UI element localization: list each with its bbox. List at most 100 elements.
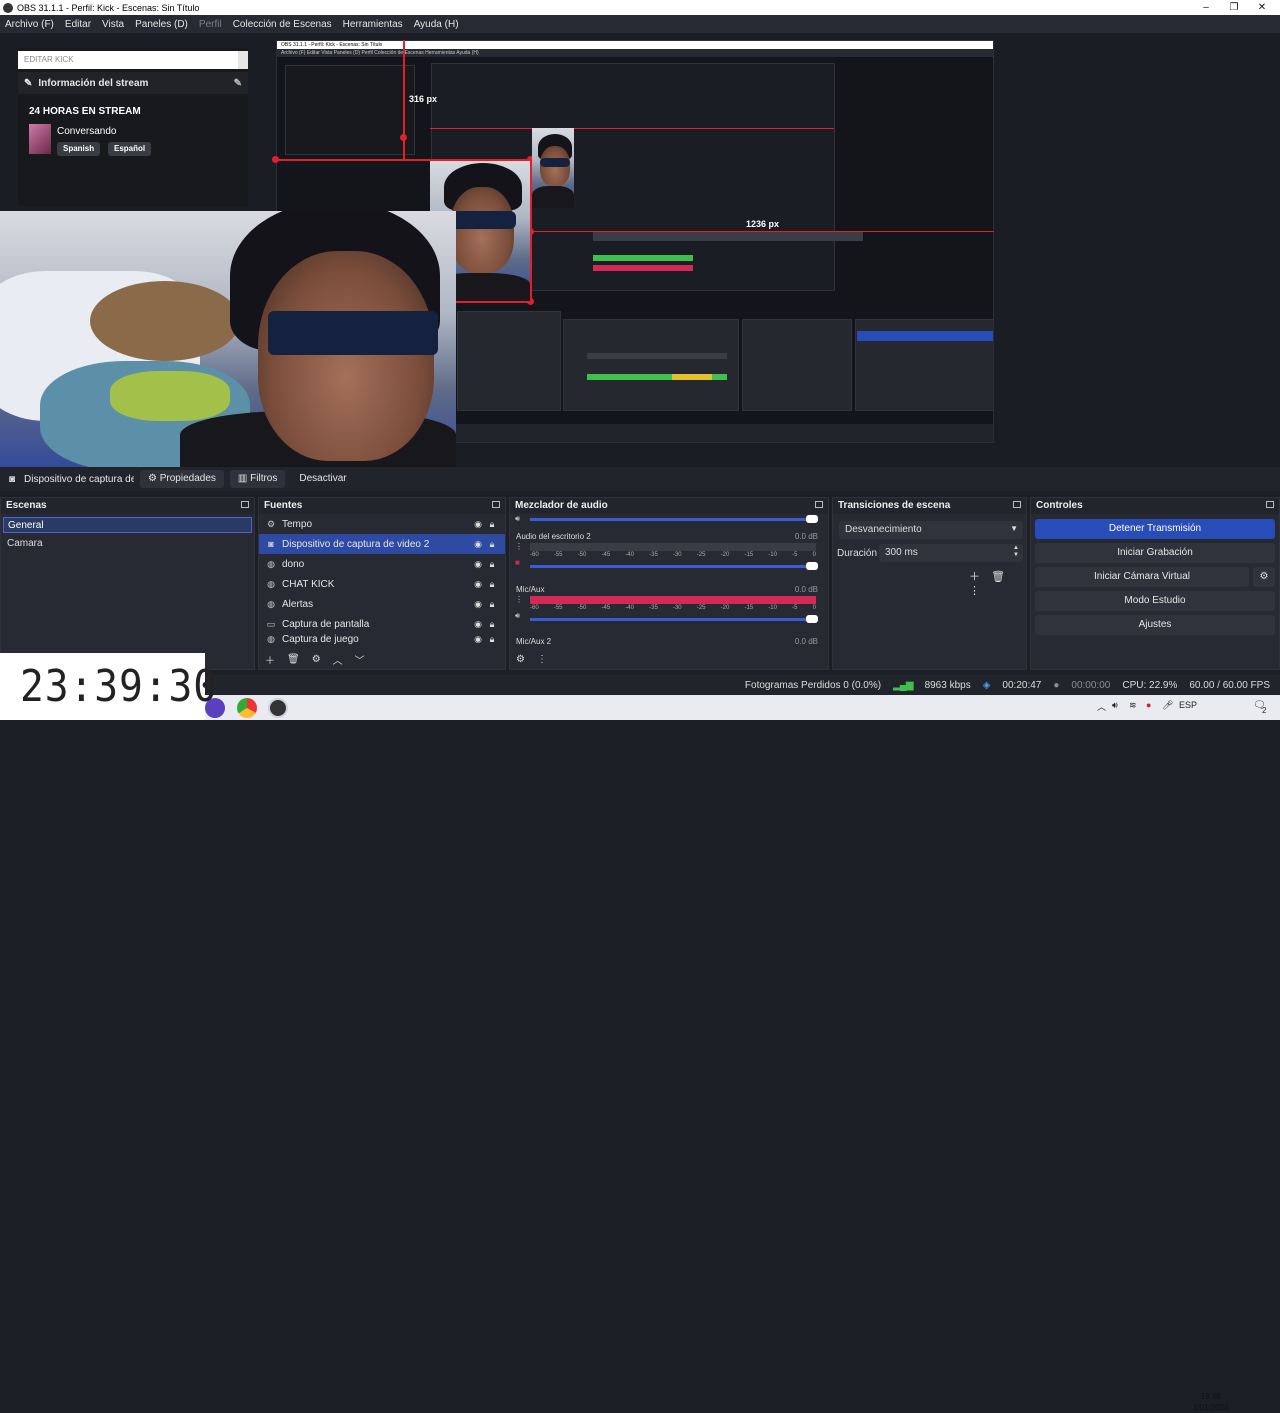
lock-icon[interactable]: 🔒︎: [485, 619, 499, 630]
menu-vista[interactable]: Vista: [97, 19, 130, 30]
lock-icon[interactable]: 🔒︎: [485, 599, 499, 610]
source-row[interactable]: ◍ Alertas ◉ 🔒︎: [259, 594, 505, 614]
undock-icon[interactable]: [1013, 501, 1021, 508]
muted-speaker-icon[interactable]: ■: [515, 558, 520, 567]
system-clock[interactable]: 19:48 1/01/2026: [1193, 1391, 1229, 1413]
menu-editar[interactable]: Editar: [60, 19, 97, 30]
audio-meter: [530, 596, 816, 604]
tick: -40: [625, 552, 634, 558]
undock-icon[interactable]: [815, 501, 823, 508]
volume-slider[interactable]: [530, 615, 818, 623]
language-indicator[interactable]: ESP: [1179, 700, 1197, 710]
source-row[interactable]: ◍ CHAT KICK ◉ 🔒︎: [259, 574, 505, 594]
menu-herramientas[interactable]: Herramientas: [338, 19, 409, 30]
kebab-menu-icon[interactable]: ⋮: [537, 654, 547, 665]
program-preview[interactable]: OBS 31.1.1 - Perfil: Kick - Escenas: Sin…: [0, 33, 1280, 513]
volume-knob[interactable]: [806, 562, 818, 570]
advanced-audio-icon[interactable]: ⚙: [516, 654, 525, 665]
kick-scrollbar[interactable]: [238, 51, 248, 69]
chrome-icon[interactable]: [237, 698, 257, 718]
transition-select[interactable]: Desvanecimiento ▼: [839, 521, 1023, 539]
source-row[interactable]: ⚙ Tempo ◉ 🔒︎: [259, 514, 505, 534]
visibility-eye-icon[interactable]: ◉: [471, 599, 485, 610]
lock-icon[interactable]: 🔒︎: [485, 559, 499, 570]
mixer-dock-title: Mezclador de audio: [510, 498, 828, 514]
measure-line-horizontal: [430, 128, 834, 129]
speaker-icon[interactable]: 🔊︎: [515, 514, 520, 524]
tick: -10: [768, 552, 777, 558]
remove-transition-icon[interactable]: 🗑︎: [991, 571, 1005, 583]
speaker-icon[interactable]: 🔊︎: [515, 611, 520, 621]
visibility-eye-icon[interactable]: ◉: [471, 579, 485, 590]
tick: -45: [601, 605, 611, 611]
properties-label: Propiedades: [159, 473, 216, 484]
source-row[interactable]: ◙ Dispositivo de captura de video 2 ◉ 🔒︎: [259, 534, 505, 554]
settings-button[interactable]: Ajustes: [1035, 615, 1275, 635]
lock-icon[interactable]: 🔒︎: [485, 634, 499, 645]
visibility-eye-icon[interactable]: ◉: [471, 519, 485, 530]
virtual-camera-settings-icon[interactable]: ⚙: [1253, 567, 1275, 587]
obs-tray-icon[interactable]: ●: [1146, 700, 1151, 710]
start-virtual-camera-button[interactable]: Iniciar Cámara Virtual: [1035, 567, 1249, 587]
undock-icon[interactable]: [492, 501, 500, 508]
visibility-eye-icon[interactable]: ◉: [471, 539, 485, 550]
volume-slider[interactable]: [530, 515, 818, 523]
undock-icon[interactable]: [1266, 501, 1274, 508]
source-settings-icon[interactable]: ⚙: [312, 654, 321, 665]
menu-paneles[interactable]: Paneles (D): [130, 19, 194, 30]
stop-streaming-button[interactable]: Detener Transmisión: [1035, 519, 1275, 539]
menu-ayuda[interactable]: Ayuda (H): [409, 19, 465, 30]
source-row[interactable]: ▭ Captura de pantalla ◉ 🔒︎: [259, 614, 505, 634]
scene-camara[interactable]: Camara: [3, 536, 252, 552]
edit-kick-field[interactable]: EDITAR KICK: [18, 51, 248, 69]
lock-icon[interactable]: 🔒︎: [485, 579, 499, 590]
add-source-icon[interactable]: ＋: [265, 652, 275, 667]
visibility-eye-icon[interactable]: ◉: [471, 634, 485, 645]
chevron-up-icon[interactable]: ︿: [1097, 700, 1106, 713]
source-row[interactable]: ◍ Captura de juego ◉ 🔒︎: [259, 634, 505, 646]
volume-knob[interactable]: [806, 515, 818, 523]
source-row[interactable]: ◍ dono ◉ 🔒︎: [259, 554, 505, 574]
mixer-channel: Audio del escritorio 2 0.0 dB ⋮ -60 -55 -5…: [510, 530, 828, 578]
visibility-eye-icon[interactable]: ◉: [471, 559, 485, 570]
properties-button[interactable]: ⚙ Propiedades: [140, 470, 224, 488]
move-down-icon[interactable]: ﹀: [355, 652, 365, 667]
menu-coleccion-escenas[interactable]: Colección de Escenas: [228, 19, 338, 30]
move-up-icon[interactable]: ︿: [333, 652, 343, 667]
minimize-button[interactable]: –: [1192, 0, 1220, 15]
speaker-tray-icon[interactable]: 🔊︎: [1112, 700, 1118, 711]
visibility-eye-icon[interactable]: ◉: [471, 619, 485, 630]
add-transition-icon[interactable]: ＋: [969, 571, 980, 583]
undock-icon[interactable]: [241, 501, 249, 508]
start-recording-button[interactable]: Iniciar Grabación: [1035, 543, 1275, 563]
scene-general[interactable]: General: [3, 517, 252, 533]
tick: -5: [792, 552, 798, 558]
kebab-menu-icon[interactable]: ⋮: [515, 542, 523, 551]
webcam-video-source[interactable]: [0, 211, 456, 467]
menu-perfil[interactable]: Perfil: [194, 19, 228, 30]
spin-arrows-icon[interactable]: ▲ ▼: [1013, 545, 1019, 559]
menu-archivo[interactable]: Archivo (F): [0, 19, 60, 30]
volume-knob[interactable]: [806, 615, 818, 623]
wifi-icon[interactable]: ≋: [1129, 700, 1137, 711]
channel-db: 0.0 dB: [794, 532, 818, 541]
kebab-menu-icon[interactable]: ⋮: [515, 595, 523, 604]
remove-source-icon[interactable]: 🗑︎: [287, 654, 300, 665]
lock-icon[interactable]: 🔒︎: [485, 519, 499, 530]
filters-button[interactable]: ▥ Filtros: [229, 470, 286, 488]
resize-handle-top[interactable]: [400, 134, 407, 141]
lock-icon[interactable]: 🔒︎: [485, 539, 499, 550]
pencil-icon[interactable]: ✎: [234, 78, 242, 89]
volume-slider[interactable]: [530, 562, 818, 570]
kebab-menu-icon[interactable]: ⋮: [969, 585, 980, 597]
resize-handle-top-left[interactable]: [272, 156, 279, 163]
microphone-icon[interactable]: 🎤︎: [1162, 700, 1173, 711]
obs-taskbar-icon[interactable]: [268, 698, 288, 718]
studio-mode-button[interactable]: Modo Estudio: [1035, 591, 1275, 611]
close-button[interactable]: ✕: [1248, 0, 1276, 15]
maximize-button[interactable]: ❐: [1220, 0, 1248, 15]
mixer-channel: Mic/Aux 0.0 dB ⋮ -60 -55 -50 -45 -40 -35 -30 -2…: [510, 583, 828, 631]
deactivate-button[interactable]: Desactivar: [291, 470, 354, 488]
globe-icon: ◍: [267, 558, 275, 569]
duration-input[interactable]: 300 ms ▲ ▼: [879, 544, 1023, 562]
